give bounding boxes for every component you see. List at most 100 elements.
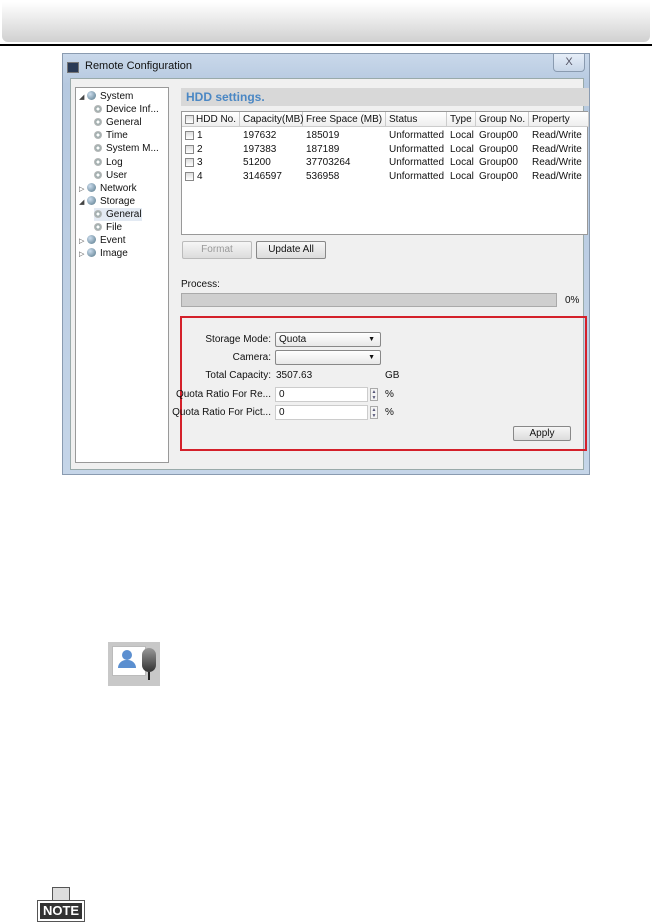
table-cell: Unformatted — [389, 170, 445, 182]
table-cell: Local — [450, 170, 474, 182]
apply-button[interactable]: Apply — [513, 426, 571, 441]
column-header[interactable]: Capacity(MB) — [240, 112, 304, 127]
quota-picture-label: Quota Ratio For Pict... — [172, 407, 271, 418]
update-all-button[interactable]: Update All — [256, 241, 326, 259]
table-cell: 4 — [197, 170, 203, 182]
row-checkbox[interactable] — [185, 158, 194, 167]
note-icon: NOTE — [37, 887, 85, 922]
column-header[interactable]: Group No. — [476, 112, 529, 127]
tree-item-label: Time — [106, 130, 128, 142]
gear-icon — [94, 131, 102, 140]
tree-item-label: Network — [100, 182, 137, 194]
tree-item-label: System M... — [106, 143, 159, 155]
total-capacity-value: 3507.63 — [276, 370, 313, 381]
tree-item-storage[interactable]: ◢ Storage — [79, 195, 135, 208]
config-tree: ◢ System Device Inf... General Time System M.… — [75, 87, 169, 463]
table-cell: 3 — [197, 157, 203, 168]
tree-item-label: System — [100, 91, 134, 102]
table-cell: 197383 — [243, 143, 277, 155]
column-header[interactable]: Status — [386, 112, 447, 127]
gear-icon — [94, 209, 102, 218]
tree-item-time[interactable]: Time — [94, 129, 128, 142]
table-cell: 185019 — [306, 130, 340, 141]
column-header-label: Capacity(MB) — [243, 114, 304, 125]
globe-icon — [87, 235, 96, 245]
table-cell: Unformatted — [389, 130, 445, 141]
tree-item-device-inf[interactable]: Device Inf... — [94, 103, 159, 116]
storage-mode-panel: Storage Mode: Quota ▼ Camera: ▼ Total Cap… — [172, 316, 587, 451]
column-header[interactable]: Type — [447, 112, 476, 127]
table-cell: 197632 — [243, 130, 277, 141]
table-cell: 37703264 — [306, 157, 351, 168]
tree-item-label: File — [106, 222, 123, 233]
select-all-checkbox[interactable] — [185, 115, 194, 124]
collapsed-arrow-icon[interactable]: ▷ — [79, 183, 87, 196]
gear-icon — [94, 105, 102, 114]
table-cell: 51200 — [243, 157, 271, 168]
camera-select[interactable]: ▼ — [275, 350, 381, 365]
table-cell: Local — [450, 157, 474, 168]
column-header-label: Type — [450, 114, 472, 125]
format-button[interactable]: Format — [182, 241, 252, 259]
window-title: Remote Configuration — [85, 60, 193, 72]
tree-item-label: General — [106, 117, 142, 129]
column-header[interactable]: Free Space (MB) — [303, 112, 386, 127]
tree-item-general[interactable]: General — [94, 207, 142, 221]
gear-icon — [94, 157, 102, 166]
quota-picture-input[interactable]: 0 — [275, 405, 368, 420]
row-checkbox[interactable] — [185, 144, 194, 154]
tree-item-file[interactable]: File — [94, 221, 122, 234]
storage-mode-select[interactable]: Quota ▼ — [275, 332, 381, 347]
tree-item-label: User — [106, 169, 128, 181]
table-row[interactable]: 2 197383 187189 Unformatted Local Group00 Read… — [182, 143, 587, 156]
gear-icon — [94, 170, 102, 179]
table-cell: Unformatted — [389, 157, 445, 168]
process-percent: 0% — [565, 295, 580, 306]
tree-item-label: Event — [100, 235, 126, 247]
globe-icon — [87, 182, 96, 192]
window-client: ◢ System Device Inf... General Time System M.… — [70, 78, 589, 470]
table-cell: Group00 — [479, 157, 518, 168]
tree-item-user[interactable]: User — [94, 169, 127, 182]
globe-icon — [87, 248, 96, 258]
row-checkbox[interactable] — [185, 171, 194, 181]
tree-item-system[interactable]: ◢ System — [79, 90, 133, 103]
quota-record-label: Quota Ratio For Re... — [175, 389, 271, 400]
close-button[interactable]: X — [553, 54, 585, 72]
gear-icon — [94, 144, 102, 153]
tree-item-label: General — [106, 208, 142, 220]
table-cell: Group00 — [479, 130, 518, 141]
table-cell: 3146597 — [243, 170, 282, 182]
table-row[interactable]: 4 3146597 536958 Unformatted Local Group00 Rea… — [182, 170, 587, 183]
expanded-arrow-icon[interactable]: ◢ — [79, 196, 87, 209]
tree-item-network[interactable]: ▷ Network — [79, 182, 137, 195]
table-row[interactable]: 1 197632 185019 Unformatted Local Group00 Read… — [182, 129, 587, 142]
tree-item-label: Device Inf... — [106, 104, 159, 116]
column-header-label: Property — [532, 114, 570, 125]
tree-item-event[interactable]: ▷ Event — [79, 234, 126, 247]
quota-picture-unit: % — [385, 407, 394, 418]
tree-item-image[interactable]: ▷ Image — [79, 247, 128, 260]
quota-record-spinner[interactable]: ▲ ▼ — [370, 388, 378, 401]
tree-item-label: Image — [100, 248, 128, 260]
row-checkbox[interactable] — [185, 131, 194, 140]
tree-item-system-m[interactable]: System M... — [94, 142, 159, 155]
collapsed-arrow-icon[interactable]: ▷ — [79, 248, 87, 261]
table-cell: Read/Write — [532, 170, 582, 182]
collapsed-arrow-icon[interactable]: ▷ — [79, 235, 87, 248]
remote-configuration-window: Remote Configuration X ◢ System Device Inf… — [62, 53, 590, 475]
total-capacity-label: Total Capacity: — [205, 370, 271, 381]
tree-item-general[interactable]: General — [94, 116, 142, 129]
process-bar — [181, 293, 557, 307]
table-row[interactable]: 3 51200 37703264 Unformatted Local Group00 Rea… — [182, 156, 587, 169]
column-header[interactable]: Property — [529, 112, 589, 127]
header-divider — [0, 44, 652, 46]
expanded-arrow-icon[interactable]: ◢ — [79, 91, 87, 104]
table-cell: Group00 — [479, 143, 518, 155]
table-cell: Local — [450, 130, 474, 141]
table-cell: 2 — [197, 143, 203, 155]
quota-picture-spinner[interactable]: ▲ ▼ — [370, 406, 378, 419]
tree-item-log[interactable]: Log — [94, 156, 123, 169]
quota-record-input[interactable]: 0 — [275, 387, 368, 402]
storage-mode-label: Storage Mode: — [205, 334, 271, 345]
